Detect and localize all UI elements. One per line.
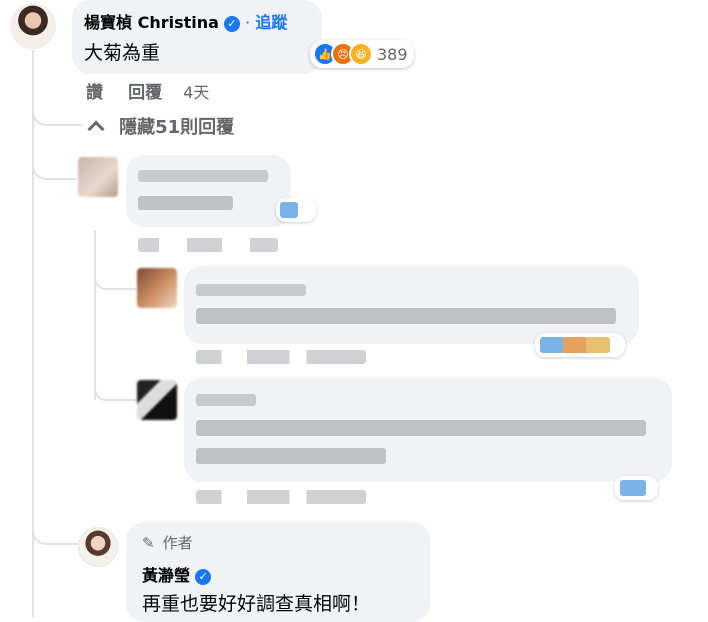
commenter-name-author[interactable]: 黃瀞瑩: [142, 566, 190, 585]
reply-action[interactable]: 回覆: [128, 83, 162, 103]
reaction-count: 389: [377, 44, 408, 64]
follow-button[interactable]: 追蹤: [255, 13, 287, 32]
blurred-text: [196, 394, 256, 406]
blurred-text: [196, 448, 386, 464]
comment-timestamp[interactable]: 4天: [183, 83, 209, 102]
blurred-text: [138, 196, 233, 210]
hide-replies-button[interactable]: 隱藏51則回覆: [87, 113, 235, 139]
comment-bubble-blurred-1: [126, 155, 291, 227]
comment-header: 楊寶楨 Christina ✓ · 追蹤: [84, 9, 287, 33]
avatar-blurred-1[interactable]: [78, 157, 118, 197]
blurred-reaction-icon: [280, 202, 298, 218]
blurred-text: [196, 420, 646, 436]
verified-badge-icon: ✓: [224, 15, 241, 32]
blurred-text: [196, 308, 616, 324]
thread-curve-nested-2: [94, 383, 136, 401]
thread-curve-author: [32, 525, 78, 545]
thread-curve-hide: [32, 106, 82, 126]
hide-replies-label: 隱藏51則回覆: [119, 117, 235, 138]
thread-curve-nested-1: [94, 272, 136, 290]
blurred-actions: [138, 238, 278, 252]
blurred-text: [138, 170, 268, 182]
blurred-reaction-icon: [540, 337, 610, 353]
comment-actions: 讚 回覆 4天: [86, 78, 209, 103]
author-badge: ✎ 作者: [142, 532, 193, 553]
avatar-blurred-2[interactable]: [137, 268, 177, 308]
verified-badge-icon: ✓: [195, 568, 212, 585]
comment-header-author: 黃瀞瑩 ✓: [142, 562, 212, 586]
blurred-actions: [196, 350, 366, 364]
avatar-blurred-3[interactable]: [137, 380, 177, 420]
like-action[interactable]: 讚: [86, 83, 103, 103]
commenter-name[interactable]: 楊寶楨 Christina: [84, 13, 219, 32]
blurred-reaction-icon: [620, 480, 646, 496]
blurred-text: [196, 284, 306, 296]
author-badge-label: 作者: [162, 534, 193, 552]
separator-dot: ·: [245, 13, 251, 32]
chevron-up-icon: [87, 120, 105, 138]
avatar-author[interactable]: [78, 527, 118, 567]
avatar-top-commenter[interactable]: [10, 3, 56, 49]
comment-text-author: 再重也要好好調查真相啊！: [142, 593, 371, 615]
pencil-icon: ✎: [142, 534, 155, 552]
thread-curve-reply1: [32, 160, 76, 180]
reaction-summary[interactable]: 👍 😠 😆 389: [310, 40, 414, 68]
blurred-actions: [196, 490, 366, 504]
thread-line-nested: [94, 230, 96, 400]
comment-text: 大菊為重: [84, 42, 161, 64]
haha-icon: 😆: [349, 42, 373, 66]
